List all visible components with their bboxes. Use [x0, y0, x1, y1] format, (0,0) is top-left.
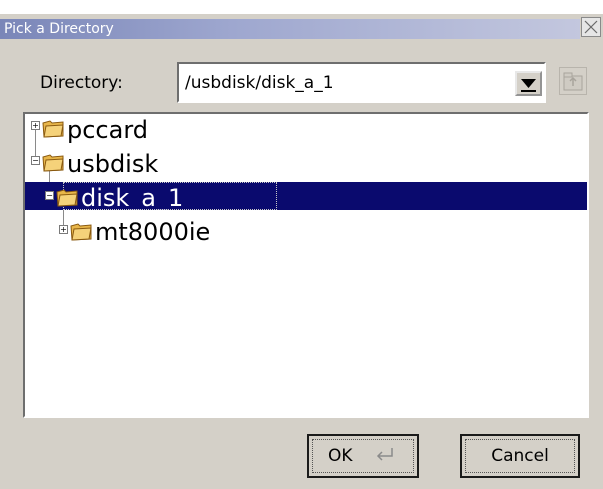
tree-node-usbdisk[interactable]: usbdisk	[67, 150, 158, 178]
dropdown-arrow-icon	[521, 79, 536, 92]
tree-node-disk-a-1[interactable]: disk_a_1	[81, 184, 183, 212]
tree-node-mt8000ie[interactable]: mt8000ie	[95, 218, 210, 246]
directory-tree[interactable]: + pccard − usbdisk − disk_a_1 + mt8000ie	[23, 112, 589, 418]
ok-button[interactable]: OK	[307, 434, 419, 478]
enter-key-icon	[376, 448, 393, 461]
directory-combobox[interactable]: /usbdisk/disk_a_1	[177, 62, 546, 103]
expand-toggle-pccard[interactable]: +	[31, 121, 40, 130]
cancel-button-label: Cancel	[491, 446, 549, 466]
close-icon	[584, 20, 598, 34]
directory-label: Directory:	[40, 73, 123, 93]
pick-directory-dialog: Pick a Directory Directory: /usbdisk/dis…	[0, 0, 603, 489]
close-button[interactable]	[581, 17, 601, 37]
up-folder-icon	[563, 72, 583, 91]
expand-toggle-usbdisk[interactable]: −	[31, 156, 40, 165]
folder-icon	[42, 120, 64, 138]
directory-value[interactable]: /usbdisk/disk_a_1	[185, 73, 334, 93]
parent-directory-button[interactable]	[559, 67, 587, 95]
title-bar[interactable]: Pick a Directory	[0, 0, 603, 39]
folder-icon	[70, 223, 92, 241]
folder-icon	[56, 189, 78, 207]
expand-toggle-disk-a-1[interactable]: −	[45, 191, 54, 200]
ok-button-label: OK	[328, 446, 353, 466]
cancel-button[interactable]: Cancel	[460, 434, 580, 478]
tree-node-pccard[interactable]: pccard	[67, 116, 148, 144]
window-title: Pick a Directory	[4, 21, 114, 37]
expand-toggle-mt8000ie[interactable]: +	[59, 225, 68, 234]
folder-icon	[42, 154, 64, 172]
directory-dropdown-button[interactable]	[515, 71, 542, 96]
